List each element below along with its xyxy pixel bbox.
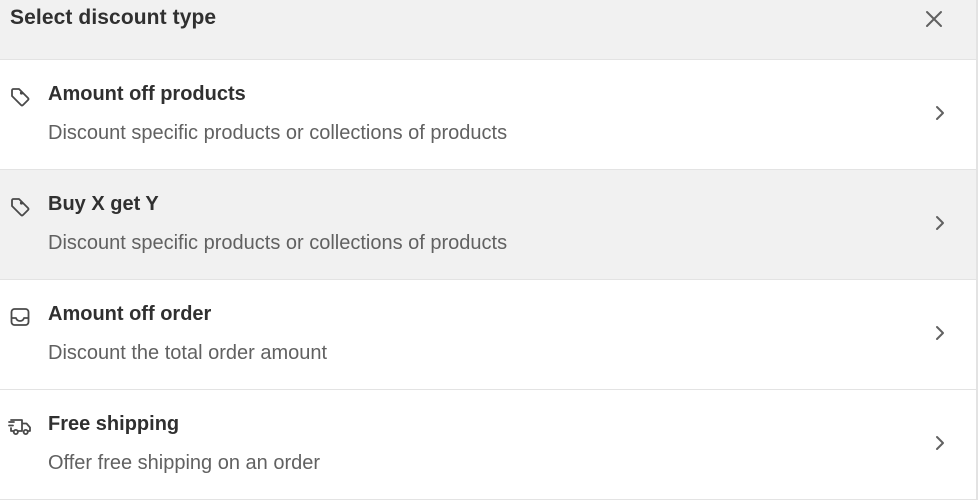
dialog-header: Select discount type [0, 0, 976, 60]
discount-option-amount-off-order[interactable]: Amount off order Discount the total orde… [0, 280, 976, 390]
option-description: Discount specific products or collection… [48, 122, 508, 144]
option-title: Buy X get Y [48, 193, 159, 215]
delivery-truck-icon [8, 415, 32, 439]
chevron-right-icon [930, 103, 950, 123]
tag-icon [8, 85, 32, 109]
option-title: Amount off products [48, 83, 246, 105]
discount-type-list: Amount off products Discount specific pr… [0, 60, 976, 500]
close-icon [926, 11, 942, 27]
discount-option-amount-off-products[interactable]: Amount off products Discount specific pr… [0, 60, 976, 170]
dialog-title: Select discount type [10, 6, 217, 29]
option-title: Free shipping [48, 413, 180, 435]
tag-icon [8, 195, 32, 219]
discount-option-buy-x-get-y[interactable]: Buy X get Y Discount specific products o… [0, 170, 976, 280]
chevron-right-icon [930, 323, 950, 343]
discount-type-dialog: Select discount type Amount off products… [0, 0, 978, 500]
discount-option-free-shipping[interactable]: Free shipping Offer free shipping on an … [0, 390, 976, 500]
option-title: Amount off order [48, 303, 212, 325]
inbox-icon [8, 305, 32, 329]
option-description: Offer free shipping on an order [48, 452, 321, 474]
option-description: Discount the total order amount [48, 342, 328, 364]
chevron-right-icon [930, 213, 950, 233]
option-description: Discount specific products or collection… [48, 232, 508, 254]
close-button[interactable] [922, 7, 946, 31]
chevron-right-icon [930, 433, 950, 453]
